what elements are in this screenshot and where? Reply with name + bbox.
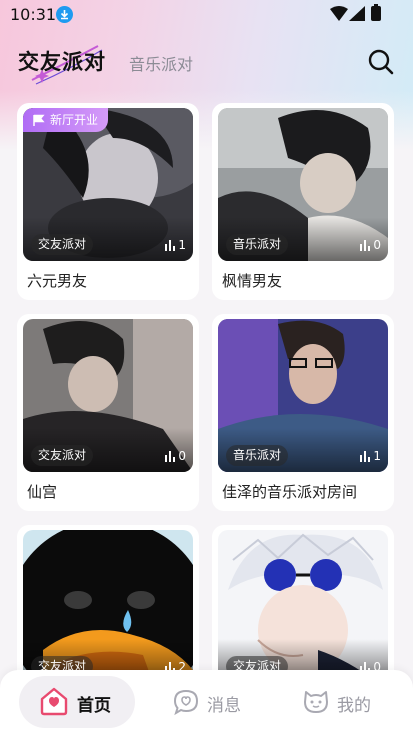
nav-profile-label[interactable]: 我的 xyxy=(337,691,371,716)
room-category-tag: 交友派对 xyxy=(31,445,94,466)
room-cover: 音乐派对 1 xyxy=(218,319,388,472)
room-category-tag: 音乐派对 xyxy=(226,234,289,255)
room-online-count: 1 xyxy=(165,238,186,253)
room-cover: 交友派对 2 xyxy=(23,530,193,683)
room-cover: 交友派对 0 xyxy=(23,319,193,472)
room-cover: 交友派对 0 xyxy=(218,530,388,683)
cat-face-icon[interactable] xyxy=(302,687,330,715)
room-online-count: 0 xyxy=(165,449,186,464)
audience-bars-icon xyxy=(165,451,176,462)
tab-music-party[interactable]: 音乐派对 xyxy=(129,51,193,75)
house-icon xyxy=(40,687,68,716)
room-cover: 音乐派对 0 xyxy=(218,108,388,261)
room-online-count: 0 xyxy=(360,238,381,253)
bottom-nav: 首页 消息 我的 xyxy=(0,670,413,734)
signal-icon xyxy=(349,6,365,21)
tab-dating-party[interactable]: 交友派对 xyxy=(18,46,106,76)
room-title: 六元男友 xyxy=(27,272,88,290)
room-cover: 新厅开业 交友派对 1 xyxy=(23,108,193,261)
room-category-tag: 交友派对 xyxy=(31,234,94,255)
status-time: 10:31 xyxy=(10,5,57,24)
room-title: 佳泽的音乐派对房间 xyxy=(222,483,358,501)
room-category-tag: 音乐派对 xyxy=(226,445,289,466)
room-card[interactable]: 新厅开业 交友派对 1 六元男友 xyxy=(17,103,199,300)
flag-icon xyxy=(33,114,45,126)
room-card[interactable]: 音乐派对 0 枫情男友 xyxy=(212,103,394,300)
nav-home-label[interactable]: 首页 xyxy=(77,691,111,716)
status-bar: 10:31 xyxy=(0,0,413,28)
battery-icon xyxy=(371,4,381,21)
room-title: 枫情男友 xyxy=(222,272,283,290)
search-icon[interactable] xyxy=(367,48,395,76)
room-card[interactable]: 音乐派对 1 佳泽的音乐派对房间 xyxy=(212,314,394,511)
download-icon xyxy=(56,6,73,23)
new-room-badge-label: 新厅开业 xyxy=(50,113,99,127)
room-card[interactable]: 交友派对 0 仙宫 xyxy=(17,314,199,511)
nav-messages-label[interactable]: 消息 xyxy=(207,691,241,716)
audience-bars-icon xyxy=(360,240,371,251)
room-online-count: 1 xyxy=(360,449,381,464)
room-title: 仙宫 xyxy=(27,483,58,501)
wifi-icon xyxy=(330,6,348,21)
new-room-badge: 新厅开业 xyxy=(23,108,109,132)
audience-bars-icon xyxy=(165,240,176,251)
chat-heart-icon[interactable] xyxy=(172,688,200,716)
audience-bars-icon xyxy=(360,451,371,462)
